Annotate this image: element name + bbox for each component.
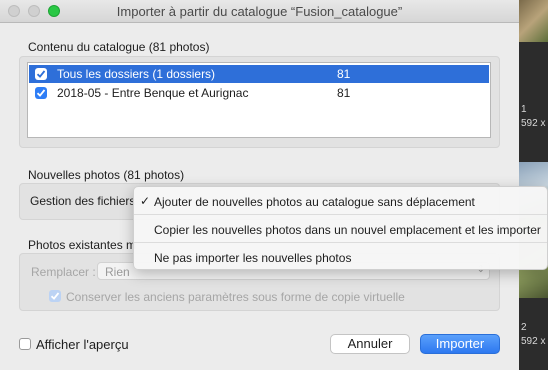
replace-value: Rien [105, 265, 130, 279]
checkmark-icon: ✓ [140, 194, 151, 208]
menu-item-copy-and-import[interactable]: Copier les nouvelles photos dans un nouv… [134, 216, 547, 242]
show-preview-checkbox[interactable] [19, 338, 31, 350]
cancel-button[interactable]: Annuler [330, 334, 410, 354]
menu-item-label: Copier les nouvelles photos dans un nouv… [154, 223, 541, 237]
import-dialog: Importer à partir du catalogue “Fusion_c… [0, 0, 519, 370]
menu-separator [134, 242, 547, 243]
checkmark-icon [50, 292, 60, 300]
preserve-settings-label: Conserver les anciens paramètres sous fo… [66, 290, 405, 304]
menu-item-do-not-import[interactable]: Ne pas importer les nouvelles photos [134, 244, 547, 270]
thumbnail-size: 592 x [521, 118, 546, 129]
folder-checkbox[interactable] [35, 87, 47, 99]
folder-list: Tous les dossiers (1 dossiers) 81 2018-0… [27, 62, 491, 138]
thumbnail-index: 1 [521, 104, 527, 115]
thumbnail-image [519, 0, 548, 42]
folder-label: Tous les dossiers (1 dossiers) [57, 67, 216, 81]
folder-count: 81 [337, 86, 351, 100]
replace-label: Remplacer : [31, 265, 96, 279]
window-title: Importer à partir du catalogue “Fusion_c… [116, 4, 403, 19]
folder-label: 2018-05 - Entre Benque et Aurignac [57, 86, 249, 100]
thumbnail-index: 2 [521, 322, 527, 333]
folder-count: 81 [337, 67, 351, 81]
file-handling-menu: ✓ Ajouter de nouvelles photos au catalog… [133, 186, 548, 270]
folder-row-all[interactable]: Tous les dossiers (1 dossiers) 81 [29, 65, 489, 83]
menu-item-label: Ne pas importer les nouvelles photos [154, 251, 352, 265]
existing-photos-label: Photos existantes m [28, 238, 137, 252]
catalog-contents-label: Contenu du catalogue (81 photos) [28, 40, 210, 54]
preserve-settings-checkbox[interactable] [49, 290, 61, 302]
thumbnail-size: 592 x [521, 336, 546, 347]
new-photos-label: Nouvelles photos (81 photos) [28, 168, 185, 182]
checkmark-icon [36, 89, 46, 97]
checkmark-icon [36, 70, 46, 78]
import-button[interactable]: Importer [420, 334, 500, 354]
file-handling-label: Gestion des fichiers : [30, 194, 143, 208]
title-bar: Importer à partir du catalogue “Fusion_c… [0, 0, 519, 23]
background-panel: 1 592 x 2 592 x [519, 0, 548, 370]
menu-item-add-in-place[interactable]: ✓ Ajouter de nouvelles photos au catalog… [134, 188, 547, 214]
folder-all-checkbox[interactable] [35, 68, 47, 80]
show-preview-label: Afficher l'aperçu [36, 337, 129, 352]
folder-row[interactable]: 2018-05 - Entre Benque et Aurignac 81 [29, 84, 489, 102]
menu-item-label: Ajouter de nouvelles photos au catalogue… [154, 195, 475, 209]
menu-separator [134, 214, 547, 215]
